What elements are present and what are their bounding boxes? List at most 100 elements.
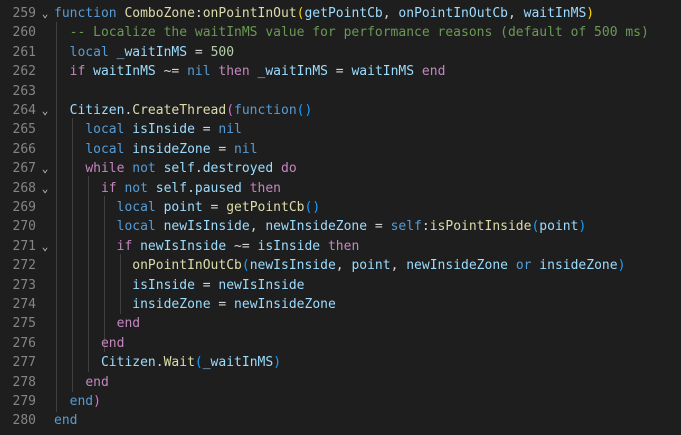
code-text: local insideZone = nil [54,140,258,159]
code-editor[interactable]: 259 ⌄ function ComboZone:onPointInOut(getP… [0,0,681,435]
code-token: point [539,219,579,235]
code-line[interactable]: 274 insideZone = newInsideZone [0,295,681,314]
code-token: , [382,6,399,21]
code-token: _waitInMS [116,44,188,60]
code-token: = [194,122,219,138]
code-line[interactable]: 265 local isInside = nil [0,120,681,139]
code-token: = [210,297,235,312]
fold-chevron-icon[interactable]: ⌄ [39,179,51,198]
code-line[interactable]: 279 end) [0,392,681,411]
code-line[interactable]: 268 ⌄ if not self.paused then [0,179,681,198]
fold-chevron-icon[interactable]: ⌄ [39,237,51,256]
fold-chevron-icon[interactable]: ⌄ [39,4,51,23]
line-number: 268 [12,180,36,196]
fold-chevron-icon[interactable]: ⌄ [39,159,51,178]
code-token: getPointCb [226,200,305,215]
line-number: 276 [12,335,36,351]
code-token: then [249,180,282,196]
code-text: onPointInOutCb(newIsInside, point, newIn… [54,256,625,275]
code-line[interactable]: 267 ⌄ while not self.destroyed do [0,159,681,178]
code-token: ComboZone [124,6,195,21]
code-line[interactable]: 278 end [0,373,681,392]
code-token: nil [187,64,211,80]
code-line[interactable]: 262 if waitInMS ~= nil then _waitInMS = … [0,62,681,81]
code-token: then [327,238,360,254]
code-line[interactable]: 277 Citizen.Wait(_waitInMS) [0,353,681,372]
code-token: end [85,374,109,390]
code-token: () [296,103,313,118]
code-token: self [155,180,188,196]
code-line[interactable]: 280 end [0,411,681,430]
code-token: paused [194,180,242,196]
code-token: newIsInside [218,277,305,293]
code-line[interactable]: 261 local _waitInMS = 500 [0,43,681,62]
code-line[interactable]: 276 end [0,334,681,353]
code-line[interactable]: 271 ⌄ if newIsInside ~= isInside then [0,237,681,256]
code-text: local newIsInside, newInsideZone = self:… [54,217,587,236]
code-token: ~= [155,64,188,80]
code-token: ( [241,258,250,274]
code-token: function [234,103,297,118]
code-text: -- Localize the waitInMS value for perfo… [54,23,649,42]
code-token: newIsInside [249,258,336,274]
code-line[interactable]: 272 onPointInOutCb(newIsInside, point, n… [0,256,681,275]
code-line[interactable]: 259 ⌄ function ComboZone:onPointInOut(getP… [0,4,681,23]
code-line[interactable]: 264 ⌄ Citizen.CreateThread(function() [0,101,681,120]
code-token: isInside [132,277,195,293]
code-token: nil [234,141,258,157]
code-line[interactable]: 260 -- Localize the waitInMS value for p… [0,23,681,42]
fold-chevron-icon[interactable]: ⌄ [39,101,51,120]
code-token: = [202,200,227,215]
code-text: if waitInMS ~= nil then _waitInMS = wait… [54,62,446,81]
code-token: isInside [257,238,321,254]
code-line[interactable]: 263 [0,82,681,101]
code-text: insideZone = newInsideZone [54,295,336,314]
code-token: ) [273,355,282,371]
code-token: ) [617,258,626,274]
line-number: 273 [12,277,36,293]
code-token: if [100,180,117,196]
code-token: point [351,258,391,274]
code-token: waitInMS [523,6,587,21]
code-token: ~= [226,238,258,254]
code-token: ( [226,103,235,118]
code-token: end [421,64,446,80]
code-token: . [194,161,203,177]
line-number: 278 [12,374,36,390]
code-token: onPointInOutCb [398,6,508,21]
code-line[interactable]: 269 local point = getPointCb() [0,198,681,217]
code-token: = [187,44,211,60]
code-line[interactable]: 270 local newIsInside, newInsideZone = s… [0,217,681,236]
line-number: 267 [12,161,36,177]
code-token: end [100,335,125,351]
code-token: _waitInMS [202,355,274,371]
code-token: while [85,161,125,177]
code-line[interactable]: 266 local insideZone = nil [0,140,681,159]
code-line[interactable]: 275 end [0,314,681,333]
line-number: 271 [12,238,36,254]
code-token: = [194,277,219,293]
code-line[interactable]: 273 isInside = newIsInside [0,276,681,295]
line-number: 262 [12,64,36,80]
line-number: 279 [12,394,36,409]
code-token: Citizen [69,103,125,118]
